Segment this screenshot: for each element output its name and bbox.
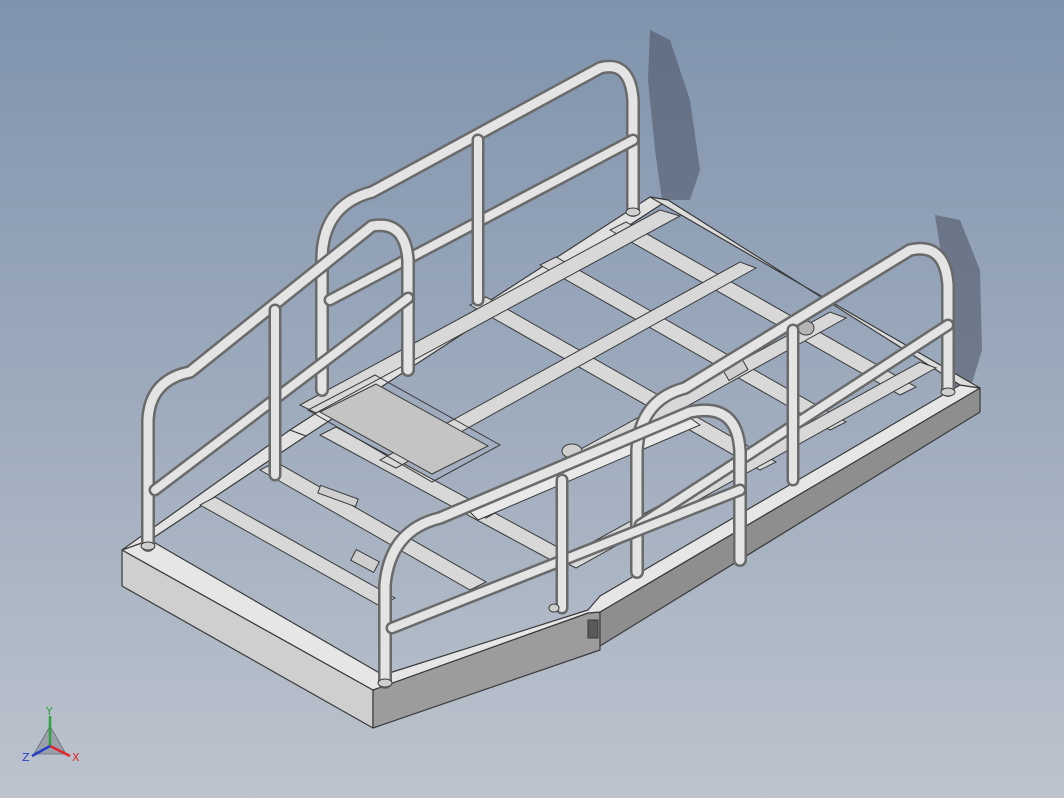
cad-viewport[interactable]: Y X Z [0, 0, 1064, 798]
orientation-triad[interactable]: Y X Z [20, 704, 84, 768]
y-axis-label: Y [45, 705, 53, 718]
platform-cart-model[interactable] [0, 0, 1064, 798]
x-axis-label: X [72, 751, 80, 764]
z-axis-label: Z [22, 751, 30, 764]
